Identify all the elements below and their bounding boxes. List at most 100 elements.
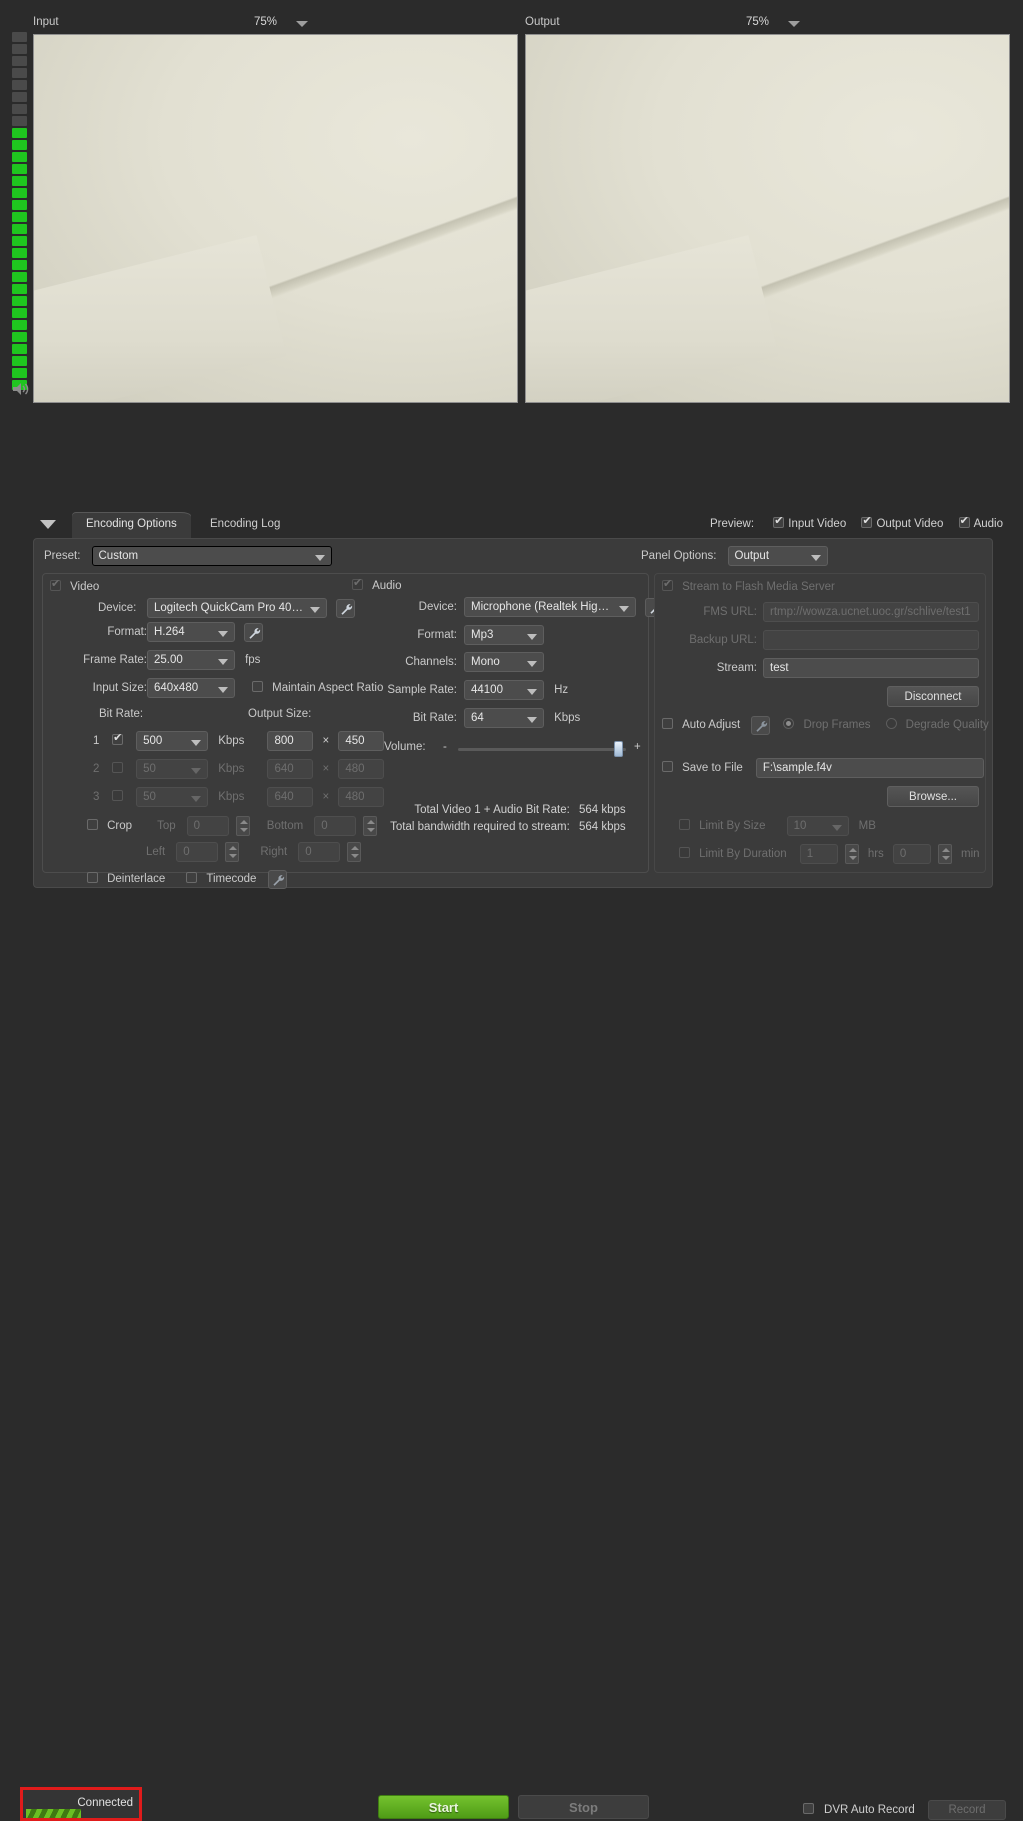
collapse-panel-caret-icon[interactable] bbox=[40, 520, 56, 529]
speaker-icon[interactable] bbox=[12, 381, 30, 397]
stream-1-width-input[interactable]: 800 bbox=[267, 731, 314, 751]
stream-name-input[interactable]: test bbox=[763, 658, 979, 678]
vu-meter-segment bbox=[12, 332, 27, 342]
limit-by-duration-checkbox[interactable] bbox=[679, 846, 690, 858]
panel-options-row: Panel Options: Output bbox=[641, 546, 828, 566]
record-button[interactable]: Record bbox=[928, 1800, 1006, 1820]
save-to-file-input[interactable]: F:\sample.f4v bbox=[755, 758, 984, 778]
preview-audio-checkbox[interactable] bbox=[958, 514, 970, 528]
stream-2-enable-checkbox[interactable] bbox=[112, 761, 124, 773]
sample-rate-select[interactable]: 44100 bbox=[464, 680, 544, 700]
tab-encoding-log[interactable]: Encoding Log bbox=[196, 512, 294, 538]
vu-meter-segment bbox=[12, 260, 27, 270]
drop-frames-label: Drop Frames bbox=[803, 719, 871, 732]
video-enable-checkbox[interactable] bbox=[50, 577, 61, 591]
activity-progress-bar bbox=[26, 1809, 81, 1818]
video-format-label: Format: bbox=[107, 626, 147, 638]
audio-bitrate-label-wrap: Bit Rate: bbox=[364, 712, 457, 724]
stream-3-width-input[interactable]: 640 bbox=[267, 787, 314, 807]
drop-frames-radio[interactable] bbox=[783, 718, 795, 730]
maintain-aspect-ratio-checkbox[interactable] bbox=[252, 680, 264, 692]
stream-2-width-input[interactable]: 640 bbox=[267, 759, 314, 779]
audio-device-label-wrap: Device: bbox=[364, 601, 457, 613]
crop-top-stepper[interactable] bbox=[235, 816, 250, 836]
stream-name-label: Stream: bbox=[716, 662, 757, 674]
video-device-select[interactable]: Logitech QuickCam Pro 4000 bbox=[147, 598, 327, 618]
preview-input-video-checkbox[interactable] bbox=[773, 514, 785, 528]
frame-rate-select[interactable]: 25.00 bbox=[147, 650, 235, 670]
stop-button[interactable]: Stop bbox=[518, 1795, 649, 1819]
timecode-checkbox[interactable] bbox=[186, 872, 198, 884]
frame-rate-label-wrap: Frame Rate: bbox=[61, 654, 147, 666]
preview-output-video-checkbox[interactable] bbox=[861, 514, 873, 528]
preset-select[interactable]: Custom bbox=[91, 546, 332, 566]
audio-enable-checkbox[interactable] bbox=[352, 576, 363, 590]
backup-url-input[interactable] bbox=[763, 630, 979, 650]
disconnect-button[interactable]: Disconnect bbox=[887, 686, 979, 707]
input-zoom-value[interactable]: 75% bbox=[254, 16, 277, 28]
limit-by-size-checkbox[interactable] bbox=[679, 818, 690, 830]
video-format-settings-wrench-icon[interactable] bbox=[244, 622, 264, 642]
input-zoom-chevron-down-icon[interactable] bbox=[296, 21, 308, 27]
volume-slider-knob[interactable] bbox=[613, 741, 623, 757]
audio-channels-select[interactable]: Mono bbox=[464, 652, 544, 672]
input-size-select[interactable]: 640x480 bbox=[147, 678, 235, 698]
crop-checkbox[interactable] bbox=[87, 818, 98, 830]
vu-meter-segment bbox=[12, 68, 27, 78]
degrade-quality-radio[interactable] bbox=[885, 718, 897, 730]
stream-3-bitrate-select[interactable]: 50 bbox=[136, 787, 209, 807]
auto-adjust-settings-wrench-icon[interactable] bbox=[751, 716, 771, 735]
stream-3-enable-checkbox[interactable] bbox=[112, 789, 124, 801]
auto-adjust-checkbox[interactable] bbox=[662, 718, 673, 730]
browse-button[interactable]: Browse... bbox=[887, 786, 979, 807]
vu-meter-segment bbox=[12, 140, 27, 150]
stream-1-bitrate-select[interactable]: 500 bbox=[136, 731, 209, 751]
audio-bitrate-select[interactable]: 64 bbox=[464, 708, 544, 728]
vu-meter-segment bbox=[12, 128, 27, 138]
crop-left-input[interactable]: 0 bbox=[176, 842, 219, 862]
video-device-settings-wrench-icon[interactable] bbox=[336, 598, 356, 618]
limit-by-duration-row: Limit By Duration 1 hrs 0 min bbox=[679, 844, 980, 864]
stream-1-enable-checkbox[interactable] bbox=[112, 731, 124, 745]
output-zoom-chevron-down-icon[interactable] bbox=[788, 21, 800, 27]
audio-enable-row: Audio bbox=[352, 576, 401, 592]
tab-encoding-options[interactable]: Encoding Options bbox=[72, 512, 191, 538]
fms-url-input[interactable]: rtmp://wowza.ucnet.uoc.gr/schlive/test1 bbox=[763, 602, 979, 622]
crop-right-input[interactable]: 0 bbox=[298, 842, 341, 862]
audio-format-label-wrap: Format: bbox=[364, 629, 457, 641]
audio-device-select[interactable]: Microphone (Realtek High Defin bbox=[464, 597, 636, 617]
input-video-frame[interactable] bbox=[33, 34, 518, 403]
stream-to-fms-checkbox[interactable] bbox=[662, 577, 673, 591]
output-zoom-value[interactable]: 75% bbox=[746, 16, 769, 28]
limit-duration-hours-input[interactable]: 1 bbox=[799, 844, 838, 864]
timecode-settings-wrench-icon[interactable] bbox=[267, 870, 287, 889]
limit-by-size-select[interactable]: 10 bbox=[786, 816, 849, 836]
limit-duration-minutes-stepper[interactable] bbox=[937, 844, 952, 864]
crop-right-stepper[interactable] bbox=[347, 842, 362, 862]
output-video-frame[interactable] bbox=[525, 34, 1010, 403]
video-format-select[interactable]: H.264 bbox=[147, 622, 235, 642]
sample-rate-label-wrap: Sample Rate: bbox=[364, 684, 457, 696]
vu-meter-segment bbox=[12, 116, 27, 126]
limit-duration-minutes-input[interactable]: 0 bbox=[892, 844, 931, 864]
save-to-file-checkbox[interactable] bbox=[662, 760, 673, 772]
volume-slider-track[interactable] bbox=[458, 748, 626, 751]
limit-by-size-unit: MB bbox=[858, 819, 876, 832]
volume-label: Volume: bbox=[384, 741, 426, 753]
crop-top-input[interactable]: 0 bbox=[186, 816, 229, 836]
crop-left-stepper[interactable] bbox=[225, 842, 240, 862]
vu-meter-segment bbox=[12, 152, 27, 162]
vu-meter-segment bbox=[12, 236, 27, 246]
limit-duration-hours-stepper[interactable] bbox=[844, 844, 859, 864]
crop-bottom-input[interactable]: 0 bbox=[314, 816, 357, 836]
panel-options-select[interactable]: Output bbox=[727, 546, 828, 566]
stream-2-bitrate-select[interactable]: 50 bbox=[136, 759, 209, 779]
table-row: 2 50 Kbps 640 × 480 bbox=[93, 759, 385, 779]
audio-format-select[interactable]: Mp3 bbox=[464, 625, 544, 645]
deinterlace-checkbox[interactable] bbox=[87, 872, 98, 884]
dvr-auto-record-checkbox[interactable] bbox=[802, 1803, 814, 1814]
start-button[interactable]: Start bbox=[378, 1795, 509, 1819]
audio-channels-row: Mono bbox=[464, 652, 544, 672]
stream-1-height-input[interactable]: 450 bbox=[338, 731, 385, 751]
stream-2-height-input[interactable]: 480 bbox=[338, 759, 385, 779]
